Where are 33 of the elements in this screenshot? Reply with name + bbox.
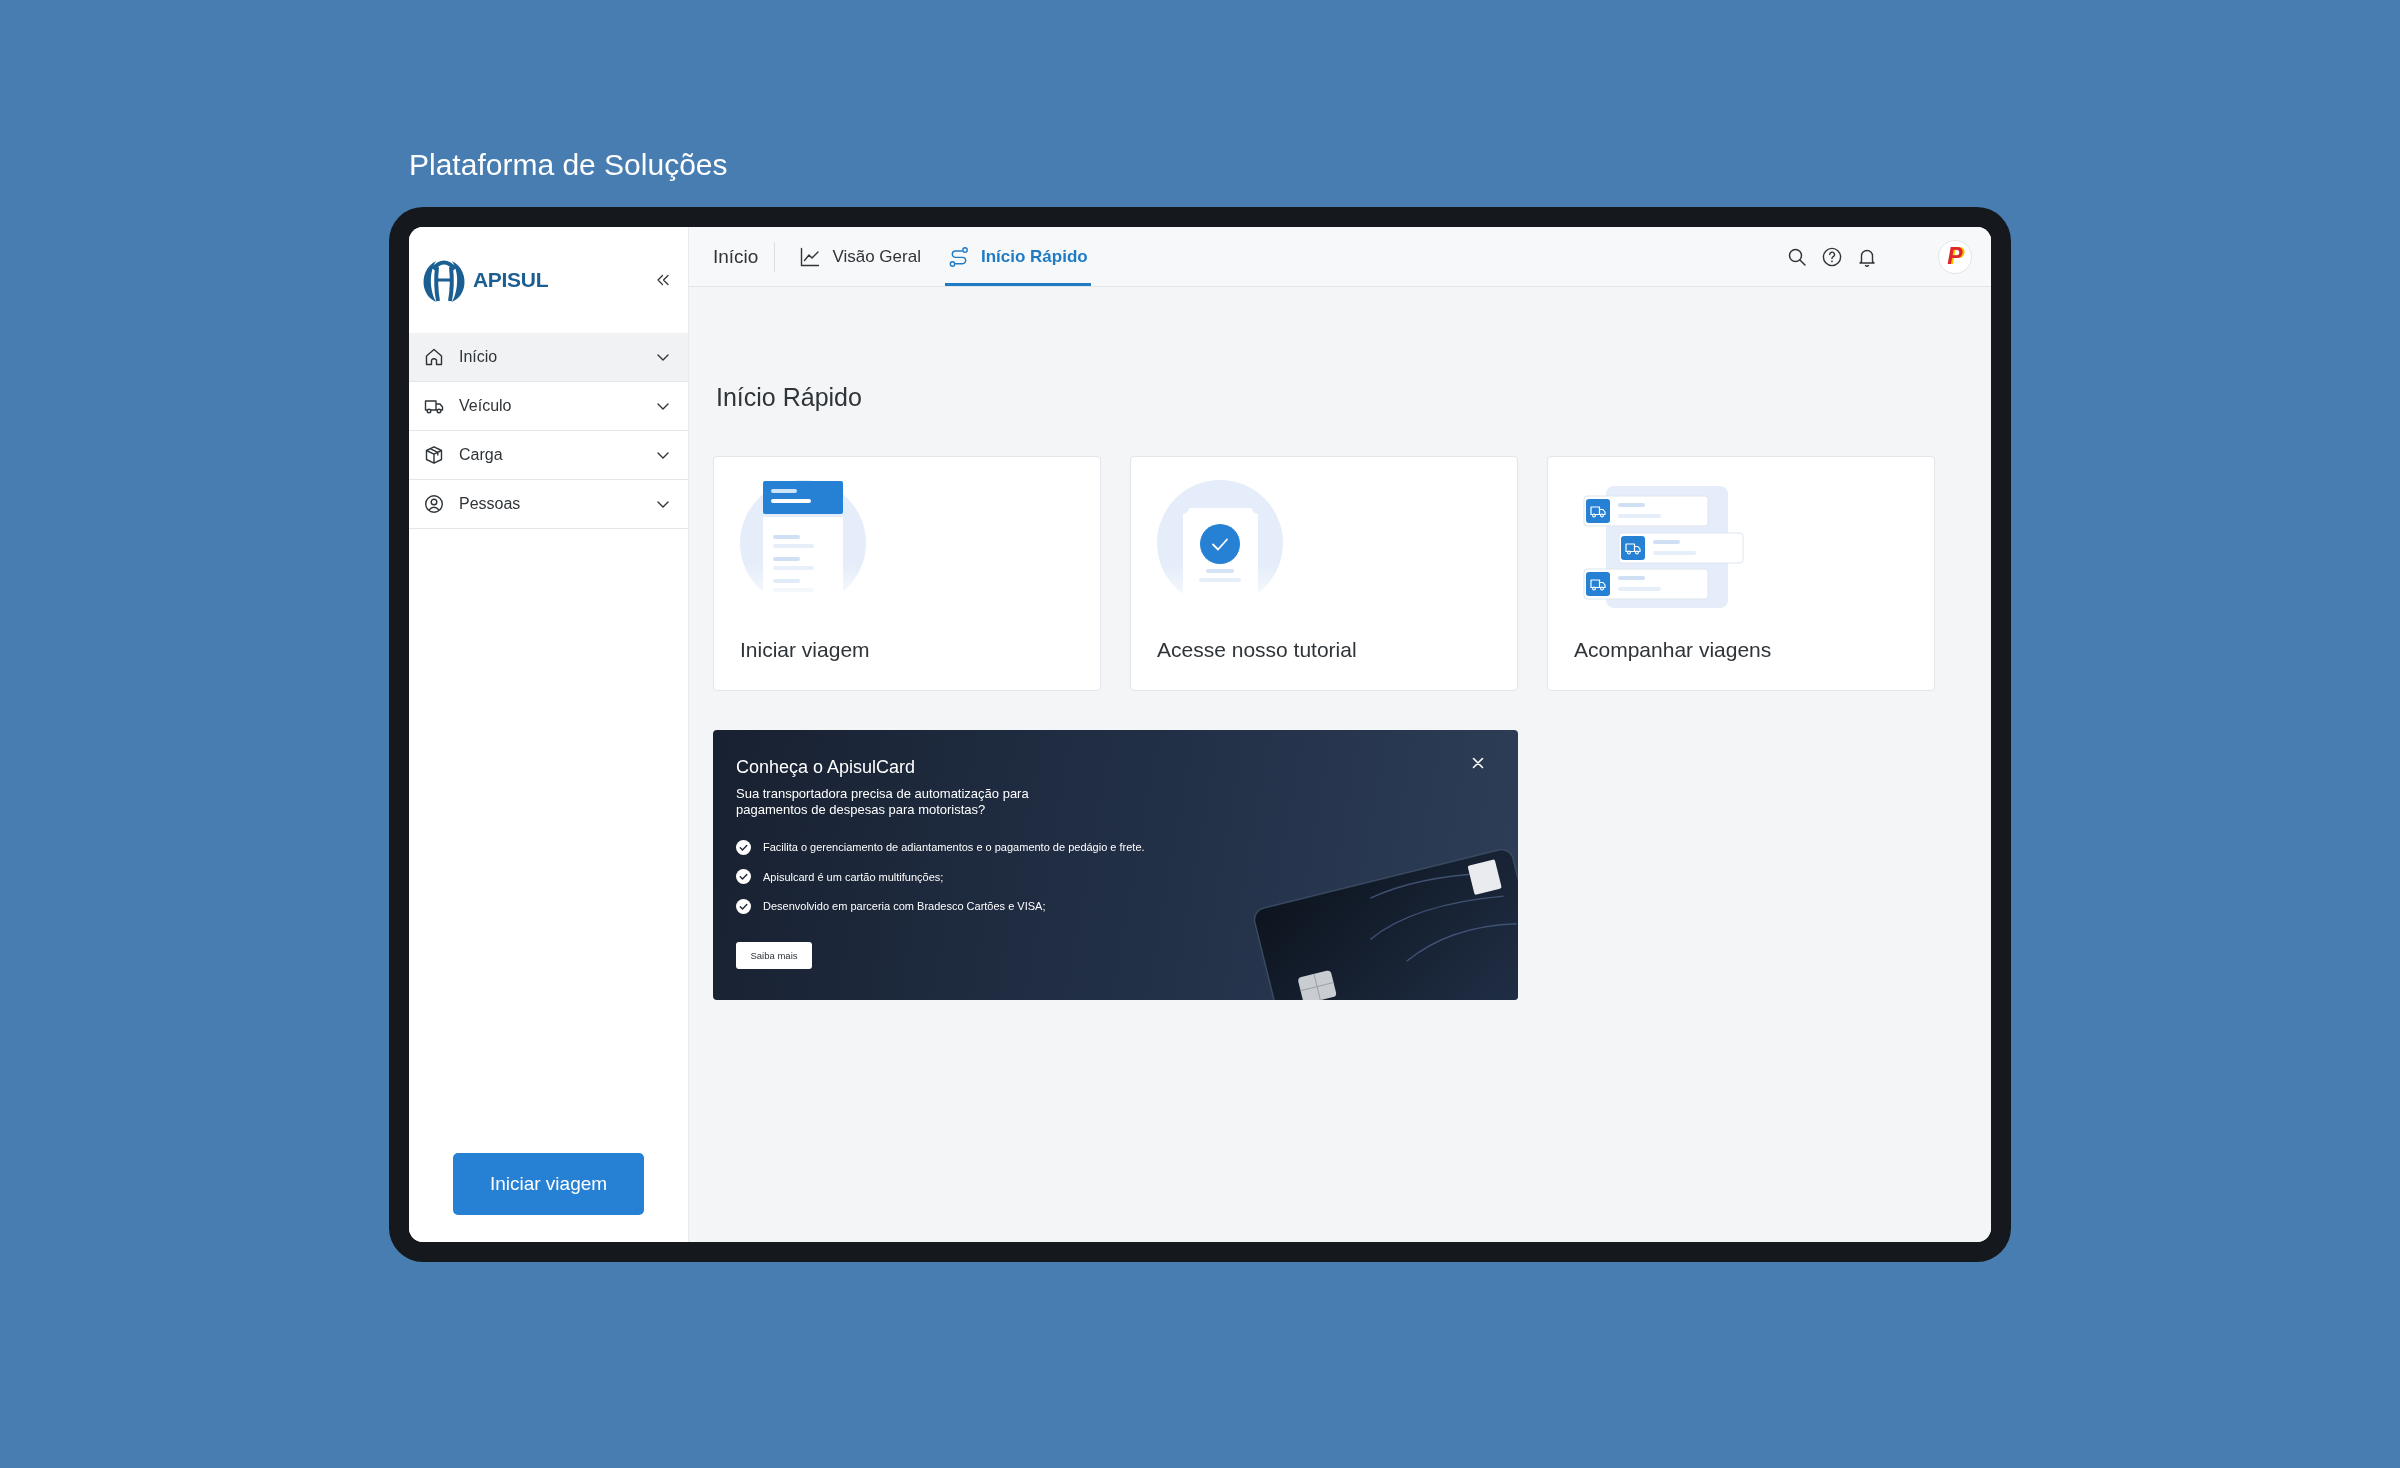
banner-title: Conheça o ApisulCard (736, 756, 916, 778)
tab[interactable]: Início Rápido (944, 227, 1091, 286)
home-icon (424, 347, 444, 367)
route-icon (947, 245, 970, 268)
action-card[interactable]: Iniciar viagem (713, 456, 1101, 691)
section-title: Início (713, 245, 759, 268)
nav-item[interactable]: Veículo (409, 382, 688, 431)
box-icon (424, 445, 444, 465)
learn-more-button[interactable]: Saiba mais (736, 942, 812, 969)
logo-text: APISUL (473, 268, 549, 292)
double-chevron-left-icon[interactable] (655, 272, 671, 288)
check-icon (736, 869, 751, 884)
page-title: Plataforma de Soluções (409, 147, 728, 183)
bullet-text: Desenvolvido em parceria com Bradesco Cartões e VISA; (763, 900, 1046, 912)
start-trip-button[interactable]: Iniciar viagem (453, 1153, 644, 1215)
help-icon[interactable] (1822, 246, 1842, 267)
user-circle-icon (424, 494, 444, 514)
tab[interactable]: Visão Geral (796, 227, 924, 286)
bullet-text: Apisulcard é um cartão multifunções; (763, 870, 944, 883)
action-card[interactable]: Acesse nosso tutorial (1130, 456, 1518, 691)
search-icon[interactable] (1787, 246, 1807, 267)
page-heading: Início Rápido (716, 382, 862, 412)
close-icon[interactable] (1472, 757, 1484, 769)
nav-item[interactable]: Início (409, 333, 688, 382)
check-icon (736, 839, 751, 855)
action-card[interactable]: Acompanhar viagens (1547, 456, 1935, 691)
nav-item[interactable]: Carga (409, 431, 688, 480)
banner-text: Sua transportadora precisa de automatização para pagamentos de despesas para motoristas? (736, 786, 1030, 818)
user-avatar[interactable]: P (1938, 239, 1972, 274)
nav-item[interactable]: Pessoas (409, 480, 688, 529)
line-chart-icon (799, 245, 822, 268)
bullet-text: Facilita o gerenciamento de adiantamentos e o pagamento de pedágio e frete. (763, 841, 1145, 853)
check-icon (736, 898, 751, 914)
